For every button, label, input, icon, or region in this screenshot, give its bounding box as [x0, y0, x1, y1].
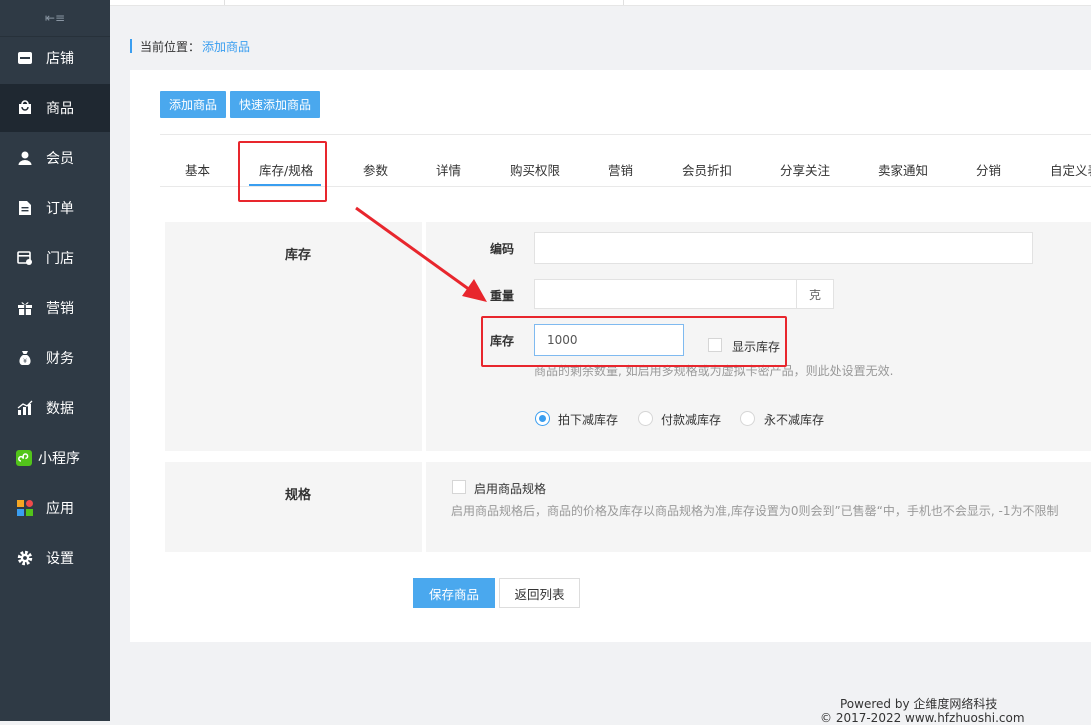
annotation-arrow [355, 206, 487, 302]
